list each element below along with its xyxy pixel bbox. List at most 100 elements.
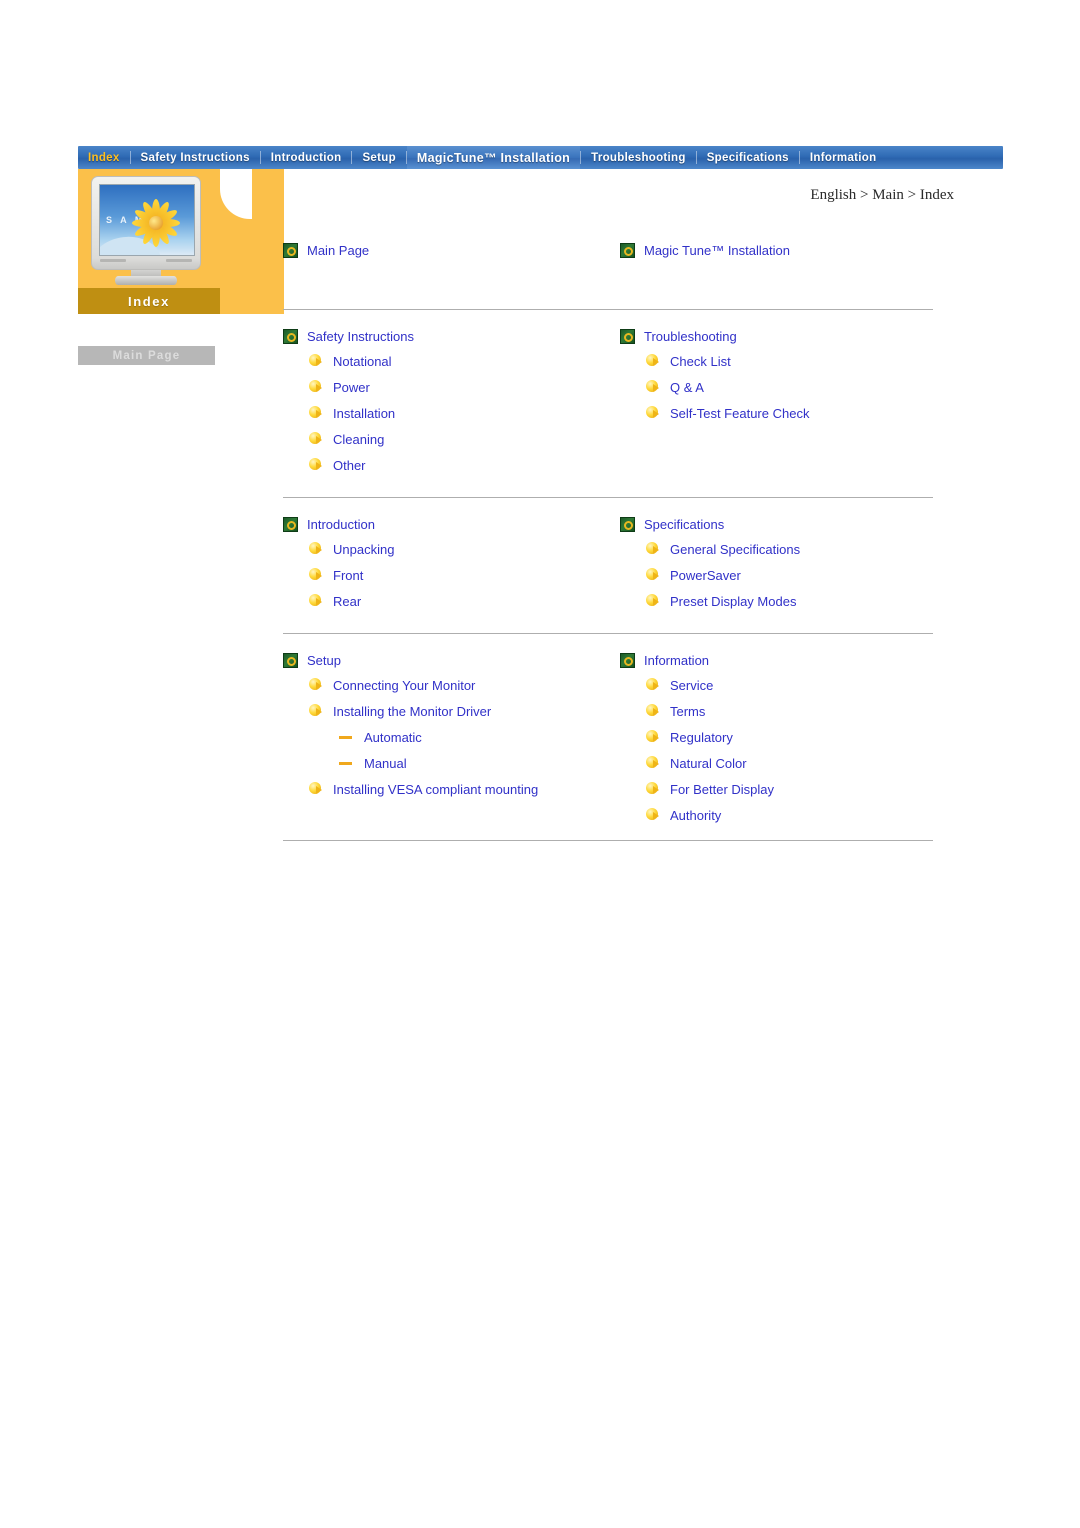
nav-tab-introduction[interactable]: Introduction — [261, 146, 352, 169]
nav-tab-information-label: Information — [809, 151, 877, 164]
link-other[interactable]: Other — [283, 452, 620, 478]
nav-tab-introduction-label: Introduction — [270, 151, 342, 164]
section-bullet-icon — [283, 516, 298, 532]
link-check-list[interactable]: Check List — [620, 348, 933, 374]
link-regulatory[interactable]: Regulatory — [620, 724, 933, 750]
link-magictune-installation[interactable]: Magic Tune™ Installation — [620, 238, 933, 262]
link-service-label: Service — [670, 677, 714, 693]
link-front[interactable]: Front — [283, 562, 620, 588]
link-safety-instructions-label: Safety Instructions — [307, 328, 414, 344]
arrow-bullet-icon — [309, 380, 323, 394]
arrow-bullet-icon — [646, 782, 660, 796]
section-divider — [283, 840, 933, 841]
arrow-bullet-icon — [646, 542, 660, 556]
nav-tab-magictune-installation-label: MagicTune™ Installation — [416, 150, 571, 165]
nav-tab-specifications-label: Specifications — [706, 151, 789, 164]
arrow-bullet-icon — [646, 678, 660, 692]
nav-tab-safety-instructions[interactable]: Safety Instructions — [131, 146, 260, 169]
index-col-left: Main Page — [283, 238, 620, 262]
link-other-label: Other — [333, 457, 366, 473]
link-terms[interactable]: Terms — [620, 698, 933, 724]
link-service[interactable]: Service — [620, 672, 933, 698]
arrow-bullet-icon — [646, 568, 660, 582]
index-content: Main Page Magic Tune™ Installation Safet… — [283, 238, 933, 841]
link-powersaver[interactable]: PowerSaver — [620, 562, 933, 588]
arrow-bullet-icon — [309, 782, 323, 796]
link-installation[interactable]: Installation — [283, 400, 620, 426]
nav-tab-setup-label: Setup — [362, 151, 396, 164]
link-installing-vesa-compliant-mounting[interactable]: Installing VESA compliant mounting — [283, 776, 620, 802]
link-unpacking[interactable]: Unpacking — [283, 536, 620, 562]
link-q-and-a[interactable]: Q & A — [620, 374, 933, 400]
arrow-bullet-icon — [309, 704, 323, 718]
link-power-label: Power — [333, 379, 370, 395]
nav-tab-index-label: Index — [88, 151, 120, 164]
monitor-illustration: S A M — [91, 176, 205, 286]
index-col-left: Setup Connecting Your Monitor Installing… — [283, 648, 620, 828]
index-col-right: Information Service Terms Regulatory Nat… — [620, 648, 933, 828]
link-automatic[interactable]: Automatic — [283, 724, 620, 750]
monitor-vent-left — [100, 259, 126, 262]
nav-tab-setup[interactable]: Setup — [352, 146, 405, 169]
link-information[interactable]: Information — [620, 648, 933, 672]
index-col-right: Specifications General Specifications Po… — [620, 512, 933, 614]
main-page-button[interactable]: Main Page — [78, 346, 215, 365]
link-installing-the-monitor-driver[interactable]: Installing the Monitor Driver — [283, 698, 620, 724]
link-regulatory-label: Regulatory — [670, 729, 733, 745]
nav-tab-index[interactable]: Index — [78, 146, 130, 169]
nav-tab-magictune-installation[interactable]: MagicTune™ Installation — [406, 146, 581, 169]
section-bullet-icon — [283, 242, 298, 258]
link-powersaver-label: PowerSaver — [670, 567, 741, 583]
main-navigation: Index Safety Instructions Introduction S… — [78, 146, 1003, 169]
link-rear[interactable]: Rear — [283, 588, 620, 614]
arrow-bullet-icon — [309, 458, 323, 472]
link-q-and-a-label: Q & A — [670, 379, 704, 395]
arrow-bullet-icon — [646, 704, 660, 718]
link-preset-display-modes[interactable]: Preset Display Modes — [620, 588, 933, 614]
arrow-bullet-icon — [309, 594, 323, 608]
section-bullet-icon — [620, 328, 635, 344]
dash-bullet-icon — [339, 735, 352, 739]
link-safety-instructions[interactable]: Safety Instructions — [283, 324, 620, 348]
arrow-bullet-icon — [646, 808, 660, 822]
arrow-bullet-icon — [309, 568, 323, 582]
link-for-better-display[interactable]: For Better Display — [620, 776, 933, 802]
link-authority-label: Authority — [670, 807, 722, 823]
index-row-top: Main Page Magic Tune™ Installation — [283, 238, 933, 262]
link-front-label: Front — [333, 567, 364, 583]
link-cleaning[interactable]: Cleaning — [283, 426, 620, 452]
link-self-test-feature-check-label: Self-Test Feature Check — [670, 405, 810, 421]
link-troubleshooting-label: Troubleshooting — [644, 328, 737, 344]
link-specifications[interactable]: Specifications — [620, 512, 933, 536]
link-connecting-your-monitor[interactable]: Connecting Your Monitor — [283, 672, 620, 698]
link-troubleshooting[interactable]: Troubleshooting — [620, 324, 933, 348]
link-main-page[interactable]: Main Page — [283, 238, 620, 262]
link-terms-label: Terms — [670, 703, 706, 719]
link-notational[interactable]: Notational — [283, 348, 620, 374]
link-unpacking-label: Unpacking — [333, 541, 395, 557]
link-self-test-feature-check[interactable]: Self-Test Feature Check — [620, 400, 933, 426]
nav-tab-troubleshooting[interactable]: Troubleshooting — [581, 146, 696, 169]
link-introduction[interactable]: Introduction — [283, 512, 620, 536]
link-power[interactable]: Power — [283, 374, 620, 400]
index-row-safety-troubleshooting: Safety Instructions Notational Power Ins… — [283, 324, 933, 478]
nav-tab-information[interactable]: Information — [800, 146, 887, 169]
nav-tab-specifications[interactable]: Specifications — [697, 146, 799, 169]
section-bullet-icon — [283, 652, 298, 668]
link-natural-color[interactable]: Natural Color — [620, 750, 933, 776]
section-bullet-icon — [620, 242, 635, 258]
link-installing-the-monitor-driver-label: Installing the Monitor Driver — [333, 703, 492, 719]
section-bullet-icon — [283, 328, 298, 344]
link-connecting-your-monitor-label: Connecting Your Monitor — [333, 677, 476, 693]
index-row-introduction-specifications: Introduction Unpacking Front Rear Specif… — [283, 512, 933, 614]
link-setup[interactable]: Setup — [283, 648, 620, 672]
link-notational-label: Notational — [333, 353, 392, 369]
link-setup-label: Setup — [307, 652, 341, 668]
link-authority[interactable]: Authority — [620, 802, 933, 828]
monitor-stand-base — [115, 276, 177, 285]
link-general-specifications[interactable]: General Specifications — [620, 536, 933, 562]
link-automatic-label: Automatic — [364, 729, 422, 745]
arrow-bullet-icon — [309, 542, 323, 556]
link-manual[interactable]: Manual — [283, 750, 620, 776]
arrow-bullet-icon — [646, 354, 660, 368]
